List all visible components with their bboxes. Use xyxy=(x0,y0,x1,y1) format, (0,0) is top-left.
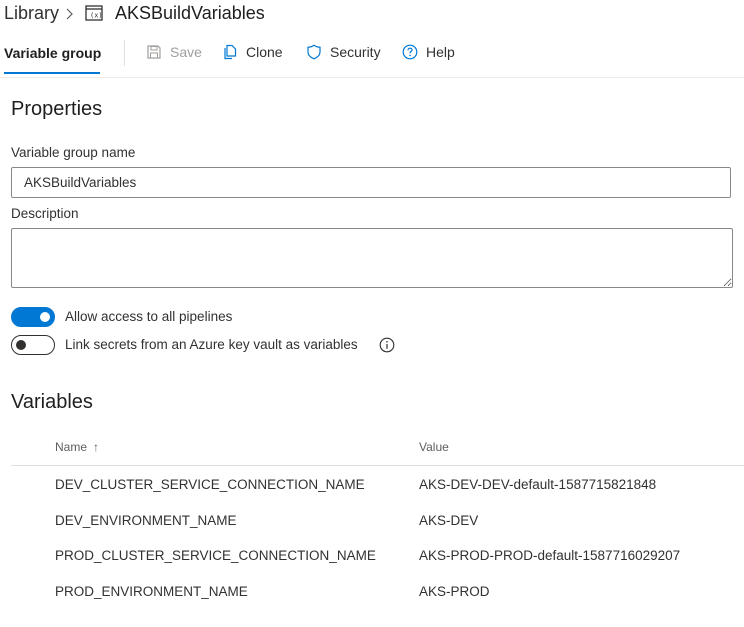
shield-icon xyxy=(307,44,321,60)
table-header-divider xyxy=(11,465,744,466)
variable-name-cell[interactable]: DEV_ENVIRONMENT_NAME xyxy=(55,513,237,528)
variable-name-cell[interactable]: DEV_CLUSTER_SERVICE_CONNECTION_NAME xyxy=(55,477,365,492)
sort-ascending-icon: ↑ xyxy=(93,440,100,454)
variables-heading: Variables xyxy=(11,391,93,413)
description-input[interactable] xyxy=(11,228,733,288)
info-icon[interactable] xyxy=(379,337,395,353)
toggle-knob xyxy=(16,340,26,350)
chevron-right-icon xyxy=(66,8,73,20)
allow-access-label: Allow access to all pipelines xyxy=(65,309,233,324)
save-icon xyxy=(147,45,161,59)
breadcrumb-library-link[interactable]: Library xyxy=(4,3,59,24)
header-divider xyxy=(0,77,744,78)
column-header-value[interactable]: Value xyxy=(419,440,449,454)
variable-group-name-input[interactable] xyxy=(11,167,731,198)
help-label: Help xyxy=(426,44,455,60)
help-button[interactable]: Help xyxy=(402,44,455,60)
page-title: AKSBuildVariables xyxy=(115,3,265,23)
save-button[interactable]: Save xyxy=(146,44,202,60)
allow-access-toggle[interactable] xyxy=(11,307,55,327)
active-tab-indicator xyxy=(4,72,100,74)
column-header-name[interactable]: Name ↑ xyxy=(55,440,99,454)
variable-value-cell[interactable]: AKS-PROD-PROD-default-1587716029207 xyxy=(419,548,680,563)
variable-value-cell[interactable]: AKS-PROD xyxy=(419,584,490,599)
toggle-knob xyxy=(40,312,50,322)
variable-value-cell[interactable]: AKS-DEV-DEV-default-1587715821848 xyxy=(419,477,656,492)
clone-button[interactable]: Clone xyxy=(222,44,283,60)
save-label: Save xyxy=(170,44,202,60)
link-secrets-label: Link secrets from an Azure key vault as … xyxy=(65,337,358,352)
security-button[interactable]: Security xyxy=(306,44,381,60)
variable-group-name-label: Variable group name xyxy=(11,145,136,160)
help-icon xyxy=(402,44,418,60)
variable-name-cell[interactable]: PROD_ENVIRONMENT_NAME xyxy=(55,584,248,599)
svg-text:(x): (x) xyxy=(90,12,103,20)
link-secrets-toggle[interactable] xyxy=(11,335,55,355)
variable-name-cell[interactable]: PROD_CLUSTER_SERVICE_CONNECTION_NAME xyxy=(55,548,376,563)
description-label: Description xyxy=(11,206,79,221)
clone-icon xyxy=(224,44,237,60)
variable-group-icon: (x) xyxy=(85,5,103,21)
clone-label: Clone xyxy=(246,44,283,60)
properties-heading: Properties xyxy=(11,98,103,120)
variable-value-cell[interactable]: AKS-DEV xyxy=(419,513,478,528)
security-label: Security xyxy=(330,44,381,60)
tab-variable-group[interactable]: Variable group xyxy=(4,45,101,61)
toolbar-divider xyxy=(124,40,125,66)
column-header-name-label: Name xyxy=(55,440,88,454)
